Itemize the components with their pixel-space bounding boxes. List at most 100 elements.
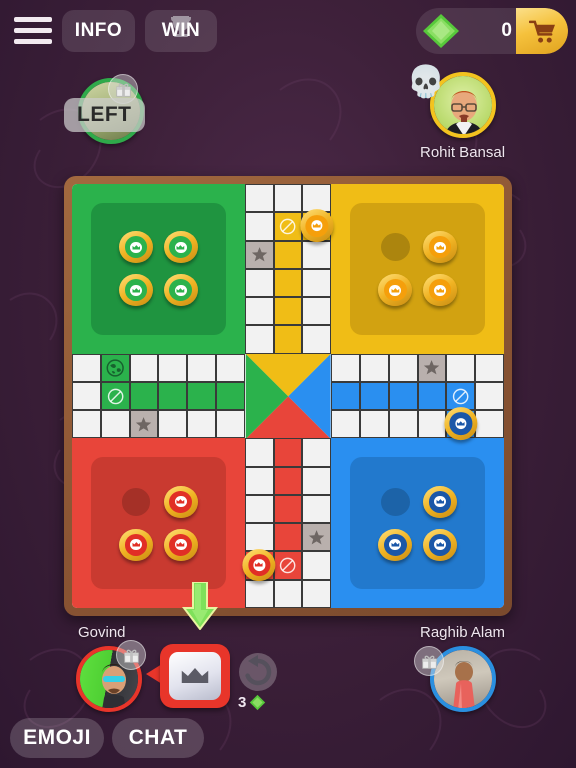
token-green[interactable] [163, 231, 198, 264]
home-run-cell-red[interactable] [273, 466, 303, 495]
home-run-cell-green[interactable] [158, 381, 188, 411]
path-cell[interactable] [302, 325, 332, 354]
path-cell[interactable] [215, 410, 245, 439]
path-cell[interactable] [302, 268, 332, 298]
path-cell[interactable] [244, 466, 274, 495]
dice-button[interactable] [146, 644, 230, 708]
token-blue[interactable] [444, 407, 478, 440]
hamburger-menu-icon[interactable] [14, 11, 52, 49]
path-cell[interactable] [446, 353, 476, 382]
home-run-cell-red[interactable] [273, 438, 303, 467]
path-cell[interactable] [388, 353, 418, 382]
board-token-wrapper[interactable] [444, 407, 478, 440]
path-cell[interactable] [475, 353, 504, 382]
start-globe-cell-green[interactable] [100, 353, 130, 382]
home-base-green[interactable] [72, 184, 245, 354]
home-run-cell-blue[interactable] [388, 381, 418, 411]
path-cell[interactable] [72, 410, 101, 439]
path-cell[interactable] [244, 325, 274, 354]
path-cell[interactable] [244, 268, 274, 298]
safe-star-cell[interactable] [417, 353, 447, 382]
board-token-wrapper[interactable] [242, 548, 276, 582]
home-base-blue[interactable] [331, 438, 504, 608]
token-yellow[interactable] [423, 274, 457, 307]
token-green[interactable] [119, 231, 153, 264]
home-run-cell-green[interactable] [187, 381, 216, 411]
token-yellow[interactable] [378, 274, 412, 307]
home-run-cell-blue[interactable] [359, 381, 389, 411]
path-cell[interactable] [187, 410, 216, 439]
path-cell[interactable] [273, 184, 303, 213]
path-cell[interactable] [187, 353, 216, 382]
path-cell[interactable] [302, 551, 332, 580]
info-button[interactable]: INFO [62, 10, 135, 52]
path-cell[interactable] [72, 353, 101, 382]
path-cell[interactable] [302, 240, 332, 269]
player-green[interactable]: LEFT [64, 74, 145, 144]
safe-star-cell[interactable] [302, 523, 332, 552]
path-cell[interactable] [388, 410, 418, 439]
path-cell[interactable] [417, 410, 447, 439]
path-cell[interactable] [244, 438, 274, 467]
player-yellow[interactable]: 💀 Rohit Bansal [407, 64, 505, 166]
shopping-cart-icon[interactable] [516, 8, 568, 54]
path-cell[interactable] [302, 438, 332, 467]
home-run-cell-yellow[interactable] [273, 325, 303, 354]
token-red[interactable] [242, 548, 276, 582]
path-cell[interactable] [100, 410, 130, 439]
start-cell-red[interactable] [242, 548, 276, 582]
token-red[interactable] [119, 528, 153, 561]
token-red[interactable] [163, 485, 198, 518]
path-cell[interactable] [158, 353, 188, 382]
path-cell[interactable] [475, 410, 504, 439]
token-blue[interactable] [423, 485, 457, 518]
path-cell[interactable] [129, 353, 159, 382]
home-run-cell-yellow[interactable] [273, 240, 303, 269]
player-red[interactable]: Govind [76, 624, 146, 712]
player-blue[interactable]: Raghib Alam [414, 624, 505, 712]
path-cell[interactable] [244, 297, 274, 326]
home-run-cell-blue[interactable] [331, 381, 360, 411]
win-button[interactable]: WIN [145, 10, 217, 52]
path-cell[interactable] [331, 353, 360, 382]
path-cell[interactable] [244, 212, 274, 241]
safe-star-cell[interactable] [244, 240, 274, 269]
token-green[interactable] [119, 274, 153, 307]
start-cell-yellow[interactable] [300, 209, 334, 243]
undo-icon[interactable] [238, 652, 278, 692]
ludo-board[interactable] [64, 176, 512, 616]
home-run-cell-red[interactable] [273, 494, 303, 524]
home-run-cell-green[interactable] [215, 381, 245, 411]
token-yellow[interactable] [300, 209, 334, 243]
path-cell[interactable] [215, 353, 245, 382]
safe-star-cell[interactable] [129, 410, 159, 439]
path-cell[interactable] [273, 579, 303, 608]
path-cell[interactable] [72, 381, 101, 411]
path-cell[interactable] [302, 184, 332, 213]
path-cell[interactable] [302, 297, 332, 326]
home-base-red[interactable] [72, 438, 245, 608]
board-grid[interactable] [72, 184, 504, 608]
path-cell[interactable] [244, 494, 274, 524]
path-cell[interactable] [158, 410, 188, 439]
token-blue[interactable] [378, 528, 412, 561]
token-red[interactable] [163, 528, 198, 561]
path-cell[interactable] [244, 523, 274, 552]
path-cell[interactable] [244, 579, 274, 608]
path-cell[interactable] [331, 410, 360, 439]
emoji-button[interactable]: EMOJI [10, 718, 104, 758]
home-run-cell-green[interactable] [100, 381, 130, 411]
path-cell[interactable] [475, 381, 504, 411]
home-run-cell-green[interactable] [129, 381, 159, 411]
start-cell-blue[interactable] [444, 407, 478, 440]
path-cell[interactable] [359, 353, 389, 382]
chat-button[interactable]: CHAT [112, 718, 204, 758]
currency-widget[interactable]: 0 [416, 8, 568, 54]
home-run-cell-blue[interactable] [417, 381, 447, 411]
path-cell[interactable] [302, 494, 332, 524]
home-run-cell-red[interactable] [273, 551, 303, 580]
crown-dice-icon[interactable] [169, 652, 221, 700]
home-run-cell-yellow[interactable] [273, 212, 303, 241]
board-token-wrapper[interactable] [300, 209, 334, 243]
home-run-cell-yellow[interactable] [273, 297, 303, 326]
